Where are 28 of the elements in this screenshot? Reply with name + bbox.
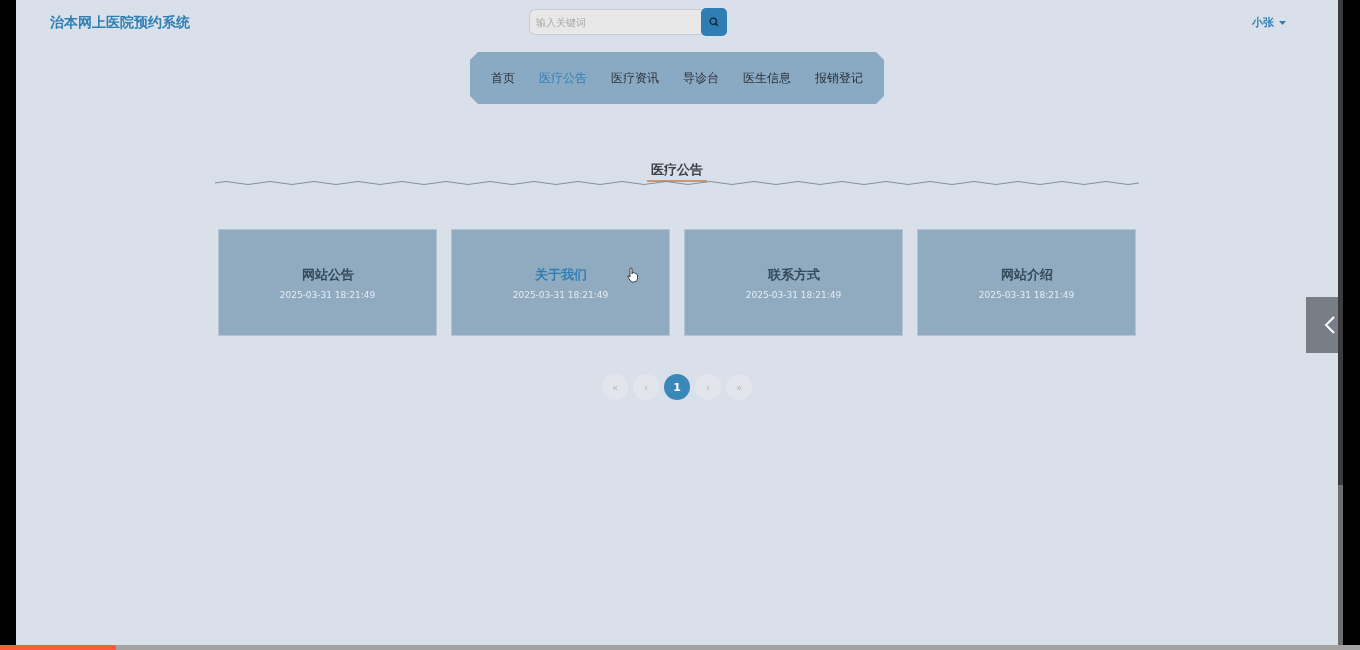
page-button[interactable]: 1 <box>664 374 690 400</box>
search-icon <box>709 17 719 27</box>
card-title: 联系方式 <box>767 265 820 284</box>
notice-card[interactable]: 联系方式 2025-03-31 18:21:49 <box>684 229 903 336</box>
hand-cursor-icon <box>627 267 639 283</box>
site-logo[interactable]: 治本网上医院预约系统 <box>50 14 190 32</box>
chevron-left-icon <box>1324 316 1336 334</box>
nav-link[interactable]: 首页 <box>491 70 515 86</box>
card-title: 网站公告 <box>301 265 354 284</box>
card-title: 关于我们 <box>534 265 587 284</box>
nav-link[interactable]: 导诊台 <box>683 70 719 86</box>
search-button[interactable] <box>701 8 727 36</box>
notice-card[interactable]: 关于我们 2025-03-31 18:21:49 <box>451 229 670 336</box>
card-date: 2025-03-31 18:21:49 <box>745 289 842 300</box>
card-date: 2025-03-31 18:21:49 <box>978 289 1075 300</box>
notice-card[interactable]: 网站介绍 2025-03-31 18:21:49 <box>917 229 1136 336</box>
section-title: 医疗公告 <box>647 161 707 182</box>
card-date: 2025-03-31 18:21:49 <box>512 289 609 300</box>
nav-link[interactable]: 医疗资讯 <box>611 70 659 86</box>
notice-card[interactable]: 网站公告 2025-03-31 18:21:49 <box>218 229 437 336</box>
caret-icon <box>1279 20 1286 25</box>
nav-link[interactable]: 报销登记 <box>815 70 863 86</box>
nav-link[interactable]: 医生信息 <box>743 70 791 86</box>
scrollbar[interactable] <box>1338 0 1343 645</box>
card-date: 2025-03-31 18:21:49 <box>279 289 376 300</box>
card-title: 网站介绍 <box>1000 265 1053 284</box>
user-menu[interactable]: 小张 <box>1252 15 1286 30</box>
side-panel-toggle[interactable] <box>1306 297 1338 353</box>
